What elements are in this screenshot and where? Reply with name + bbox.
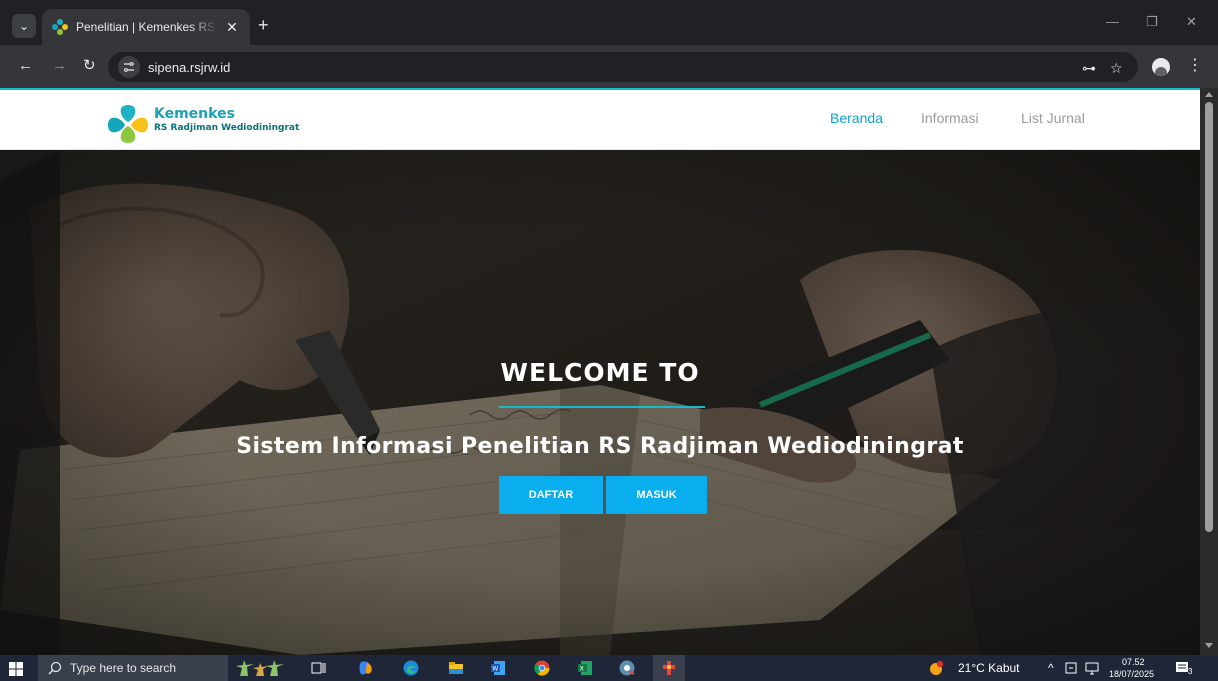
hero-section: WELCOME TO Sistem Informasi Penelitian R… [0, 150, 1200, 655]
scrollbar-thumb[interactable] [1205, 102, 1213, 532]
search-icon [48, 661, 62, 675]
scroll-down-icon[interactable] [1205, 643, 1213, 648]
pinned-app-icon[interactable] [661, 660, 677, 676]
taskbar-search-box[interactable]: Type here to search [38, 655, 228, 681]
password-key-icon[interactable]: ⊶ [1082, 61, 1096, 75]
url-text: sipena.rsjrw.id [148, 59, 231, 75]
hero-heading: WELCOME TO [500, 358, 700, 387]
notification-count: 3 [1188, 667, 1193, 676]
page-scrollbar[interactable] [1200, 88, 1218, 655]
weather-text[interactable]: 21°C Kabut [958, 661, 1020, 675]
tab-title: Penelitian | Kemenkes RS Radjiman Wediod… [76, 20, 218, 34]
word-icon[interactable]: W [490, 660, 506, 676]
tray-chevron-icon[interactable]: ^ [1048, 661, 1054, 675]
profile-avatar-icon[interactable] [1152, 58, 1170, 76]
nav-link-informasi[interactable]: Informasi [921, 110, 979, 126]
trees-widget-icon[interactable] [234, 660, 294, 676]
address-bar[interactable]: sipena.rsjrw.id [108, 52, 1138, 82]
tab-close-icon[interactable]: ✕ [224, 19, 240, 36]
windows-taskbar: Type here to search W X 21°C Kabut ^ 07.… [0, 655, 1218, 681]
clock-time[interactable]: 07.52 [1122, 657, 1145, 667]
heading-underline [499, 406, 705, 408]
forward-icon[interactable]: → [52, 57, 67, 75]
site-info-icon[interactable] [118, 56, 140, 78]
nav-link-list-jurnal[interactable]: List Jurnal [1021, 110, 1085, 126]
scroll-up-icon[interactable] [1205, 92, 1213, 97]
svg-text:X: X [580, 666, 584, 673]
task-view-icon[interactable] [311, 660, 327, 676]
svg-text:W: W [492, 666, 498, 673]
file-explorer-icon[interactable] [448, 660, 464, 676]
kemenkes-favicon-icon [52, 19, 68, 35]
hero-subtitle: Sistem Informasi Penelitian RS Radjiman … [236, 434, 964, 459]
edge-icon[interactable] [403, 660, 419, 676]
clock-date[interactable]: 18/07/2025 [1109, 669, 1154, 679]
back-icon[interactable]: ← [18, 57, 33, 75]
tab-search-icon[interactable]: ⌄ [12, 14, 36, 38]
chrome-icon[interactable] [534, 660, 550, 676]
browser-tab[interactable]: Penelitian | Kemenkes RS Radjiman Wediod… [42, 9, 250, 45]
browser-tab-strip: ⌄ Penelitian | Kemenkes RS Radjiman Wedi… [0, 0, 1218, 45]
chrome-profile-icon[interactable] [619, 660, 635, 676]
masuk-button[interactable]: MASUK [606, 476, 707, 514]
reload-icon[interactable]: ↻ [83, 57, 96, 75]
bookmark-star-icon[interactable]: ☆ [1110, 61, 1123, 75]
page-viewport: Kemenkes RS Radjiman Wediodiningrat Bera… [0, 88, 1218, 655]
windows-start-icon[interactable] [9, 662, 23, 676]
minimize-icon[interactable]: — [1106, 14, 1119, 29]
daftar-button[interactable]: DAFTAR [499, 476, 603, 514]
browser-toolbar: ← → ↻ sipena.rsjrw.id ⊶ ☆ ⋮ [0, 45, 1218, 88]
network-icon[interactable] [1085, 660, 1099, 676]
browser-menu-icon[interactable]: ⋮ [1187, 58, 1203, 74]
nav-link-beranda[interactable]: Beranda [830, 110, 883, 126]
brand-name[interactable]: Kemenkes [154, 107, 235, 122]
restore-icon[interactable]: ❐ [1146, 14, 1158, 30]
weather-icon[interactable] [928, 660, 944, 676]
brand-subtitle[interactable]: RS Radjiman Wediodiningrat [154, 123, 299, 134]
excel-icon[interactable]: X [577, 660, 593, 676]
taskbar-search-placeholder: Type here to search [70, 661, 177, 675]
site-navbar: Kemenkes RS Radjiman Wediodiningrat Bera… [0, 90, 1200, 150]
new-tab-button[interactable]: + [258, 16, 269, 34]
close-window-icon[interactable]: ✕ [1186, 14, 1197, 30]
kemenkes-logo-icon[interactable] [107, 104, 149, 144]
hero-overlay [0, 150, 1200, 655]
meet-now-icon[interactable] [1064, 660, 1078, 676]
copilot-icon[interactable] [358, 660, 374, 676]
